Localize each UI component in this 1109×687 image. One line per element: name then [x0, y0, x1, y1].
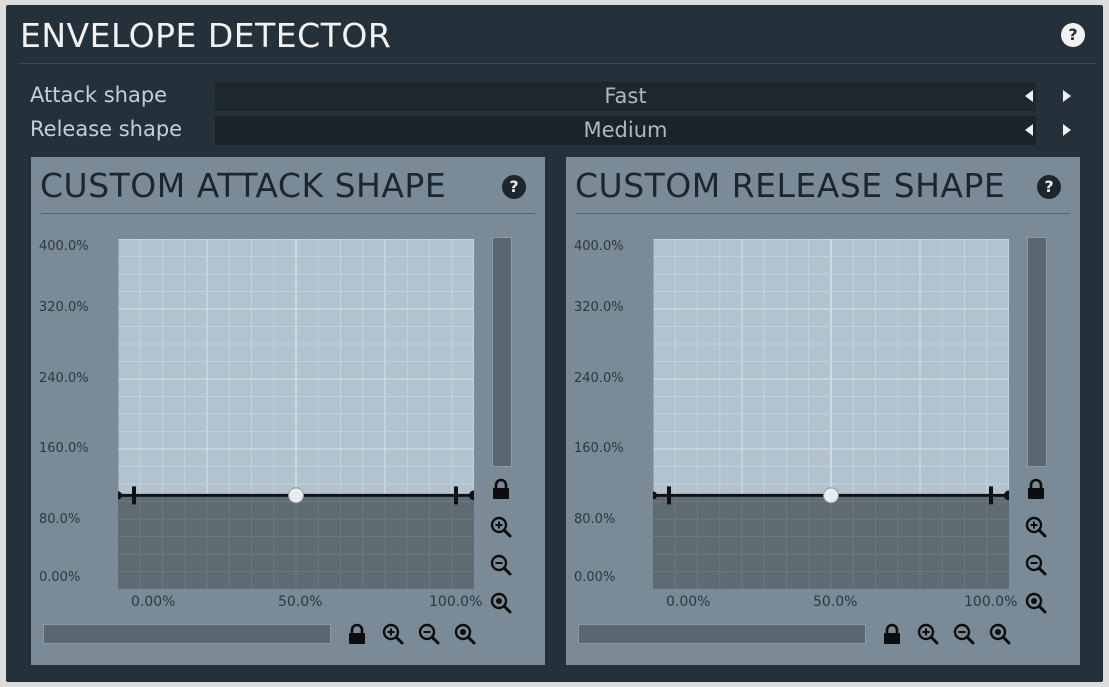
x-tick-label: 100.0% — [429, 594, 483, 610]
x-tick-label: 0.00% — [666, 594, 711, 610]
release-shape-value: Medium — [583, 118, 668, 142]
panel-help-button[interactable]: ? — [502, 175, 526, 199]
arrow-left-icon[interactable] — [1025, 124, 1033, 136]
panel-title: CUSTOM RELEASE SHAPE — [575, 166, 1006, 205]
panel-divider — [576, 213, 1070, 214]
zoom-out-icon[interactable] — [489, 553, 513, 577]
zoom-out-icon[interactable] — [417, 622, 441, 646]
lock-icon[interactable] — [489, 477, 513, 501]
release-shape-label: Release shape — [30, 117, 183, 141]
zoom-in-icon[interactable] — [1024, 515, 1048, 539]
zoom-out-icon[interactable] — [952, 622, 976, 646]
lock-icon[interactable] — [345, 622, 369, 646]
zoom-out-icon[interactable] — [1024, 553, 1048, 577]
envelope-detector-window: ENVELOPE DETECTOR ? Attack shape Fast Re… — [6, 5, 1103, 682]
attack-shape-selector[interactable]: Fast — [215, 82, 1071, 111]
y-tick-label: 80.0% — [574, 512, 616, 527]
y-tick-label: 320.0% — [39, 300, 89, 315]
zoom-reset-icon[interactable] — [489, 591, 513, 615]
zoom-in-icon[interactable] — [916, 622, 940, 646]
y-tick-label: 400.0% — [39, 239, 89, 254]
arrow-left-icon[interactable] — [1025, 90, 1033, 102]
section-title: ENVELOPE DETECTOR — [20, 16, 392, 55]
zoom-in-icon[interactable] — [489, 515, 513, 539]
attack-shape-value: Fast — [604, 84, 647, 108]
arrow-right-icon[interactable] — [1063, 124, 1071, 136]
panel-title: CUSTOM ATTACK SHAPE — [40, 166, 447, 205]
arrow-right-icon[interactable] — [1063, 90, 1071, 102]
x-tick-label: 0.00% — [131, 594, 176, 610]
panel-help-button[interactable]: ? — [1037, 175, 1061, 199]
title-divider — [18, 63, 1096, 64]
x-tick-label: 100.0% — [964, 594, 1018, 610]
x-tick-label: 50.0% — [813, 594, 858, 610]
zoom-in-icon[interactable] — [381, 622, 405, 646]
y-tick-label: 240.0% — [39, 371, 89, 386]
custom-release-shape-panel: CUSTOM RELEASE SHAPE ? 400.0% 320.0% 240… — [566, 157, 1080, 665]
y-tick-label: 240.0% — [574, 371, 624, 386]
y-tick-label: 400.0% — [574, 239, 624, 254]
curve-midpoint-handle[interactable] — [288, 487, 304, 504]
y-tick-label: 80.0% — [39, 512, 81, 527]
y-tick-label: 160.0% — [574, 441, 624, 456]
y-tick-label: 0.00% — [39, 570, 81, 585]
horizontal-scrollbar[interactable] — [43, 624, 331, 644]
attack-shape-label: Attack shape — [30, 83, 168, 107]
zoom-reset-icon[interactable] — [1024, 591, 1048, 615]
zoom-reset-icon[interactable] — [453, 622, 477, 646]
help-button[interactable]: ? — [1061, 23, 1085, 47]
horizontal-scrollbar[interactable] — [578, 624, 866, 644]
panel-divider — [41, 213, 535, 214]
y-tick-label: 0.00% — [574, 570, 616, 585]
lock-icon[interactable] — [880, 622, 904, 646]
shape-graph[interactable] — [653, 239, 1009, 589]
vertical-scrollbar[interactable] — [1027, 237, 1047, 467]
y-tick-label: 160.0% — [39, 441, 89, 456]
x-tick-label: 50.0% — [278, 594, 323, 610]
release-shape-selector[interactable]: Medium — [215, 116, 1071, 145]
vertical-scrollbar[interactable] — [492, 237, 512, 467]
zoom-reset-icon[interactable] — [988, 622, 1012, 646]
custom-attack-shape-panel: CUSTOM ATTACK SHAPE ? 400.0% 320.0% 240.… — [31, 157, 545, 665]
y-tick-label: 320.0% — [574, 300, 624, 315]
lock-icon[interactable] — [1024, 477, 1048, 501]
curve-midpoint-handle[interactable] — [823, 487, 839, 504]
shape-graph[interactable] — [118, 239, 474, 589]
